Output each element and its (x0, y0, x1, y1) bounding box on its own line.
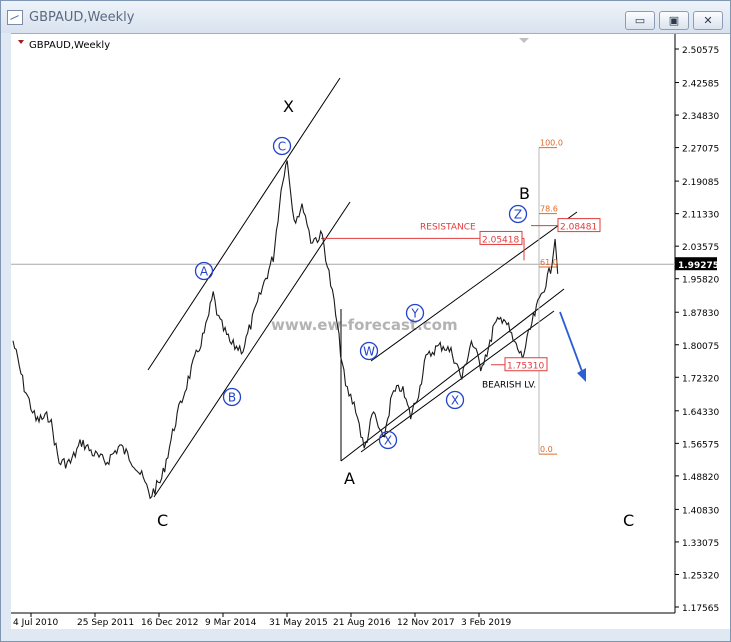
current-price-label: 1.99275 (678, 261, 719, 271)
chart-app-icon (7, 10, 23, 25)
time-axis: 4 Jul 2010 25 Sep 2011 16 Dec 2012 9 Mar 20… (13, 613, 512, 628)
wave-circle-label: A (200, 265, 209, 279)
price-tick-label: 1.72320 (682, 374, 719, 384)
close-button[interactable]: ✕ (693, 11, 723, 30)
time-tick-label: 31 May 2015 (269, 618, 328, 628)
time-tick-label: 25 Sep 2011 (77, 618, 134, 628)
chart-canvas[interactable]: GBPAUD,Weekly www.ew-forecast.com 2.5057… (11, 33, 730, 632)
symbol-label: GBPAUD,Weekly (29, 40, 110, 51)
price-tick-label: 1.40830 (682, 506, 719, 516)
fib-level-label: 61.0 (540, 258, 558, 267)
price-tick-label: 1.80075 (682, 342, 719, 352)
price-tick-label: 1.17565 (682, 604, 719, 614)
fib-level-label: 78.6 (540, 205, 558, 214)
trend-channel-line (340, 288, 565, 462)
label-layer: 100.0 78.6 61.0 0.0 RESISTANCE 2.05418 2.08481… (157, 97, 634, 530)
wave-circle-label: X (451, 394, 459, 408)
time-tick-label: 12 Nov 2017 (397, 618, 455, 628)
time-tick-label: 9 Mar 2014 (205, 618, 257, 628)
target-price-label: 2.08481 (560, 223, 597, 233)
price-tick-label: 1.64330 (682, 408, 719, 418)
price-tick-label: 1.48820 (682, 473, 719, 483)
symbol-dropdown-icon[interactable] (18, 40, 24, 44)
wave-circle-label: B (228, 391, 236, 405)
projection-arrow-shaft (559, 311, 584, 375)
wave-circle-label: C (278, 140, 286, 154)
price-tick-label: 2.19085 (682, 178, 719, 188)
chart-window: GBPAUD,Weekly ▭ ▣ ✕ GBPAUD,Weekly www.ew… (0, 0, 731, 642)
price-tick-label: 2.42585 (682, 80, 719, 90)
price-tick-label: 1.33075 (682, 539, 719, 549)
fib-level-label: 0.0 (540, 445, 553, 454)
time-tick-label: 3 Feb 2019 (461, 618, 512, 628)
price-tick-label: 1.56575 (682, 440, 719, 450)
wave-circle-label: Z (514, 208, 522, 222)
trend-channel-line (153, 201, 351, 498)
wave-circle-label: W (363, 345, 375, 359)
window-title: GBPAUD,Weekly (29, 10, 135, 25)
shift-marker-icon[interactable] (519, 38, 529, 43)
annotation-layer: www.ew-forecast.com (11, 77, 675, 498)
wave-label: X (283, 97, 294, 116)
wave-label: C (157, 511, 168, 530)
title-bar[interactable]: GBPAUD,Weekly ▭ ▣ ✕ (1, 1, 730, 33)
price-tick-label: 2.03575 (682, 243, 719, 253)
wave-label: A (344, 469, 355, 488)
resistance-label: RESISTANCE (420, 222, 476, 232)
price-chart-svg[interactable]: GBPAUD,Weekly www.ew-forecast.com 2.5057… (11, 34, 730, 632)
minimize-button[interactable]: ▭ (625, 11, 655, 30)
wave-circle-label: X (384, 434, 392, 448)
wave-label: B (519, 184, 530, 203)
resistance-price-label: 2.05418 (482, 235, 519, 245)
wave-label: C (623, 511, 634, 530)
time-tick-label: 16 Dec 2012 (141, 618, 199, 628)
price-tick-label: 1.87830 (682, 309, 719, 319)
status-strip (1, 629, 730, 641)
time-tick-label: 21 Aug 2016 (333, 618, 391, 628)
bearish-price-label: 1.75310 (507, 362, 544, 372)
price-tick-label: 2.27075 (682, 145, 719, 155)
price-tick-label: 2.34830 (682, 112, 719, 122)
wave-circle-label: Y (410, 307, 419, 321)
price-tick-label: 1.95820 (682, 276, 719, 286)
time-tick-label: 4 Jul 2010 (13, 618, 58, 628)
price-tick-label: 1.25320 (682, 571, 719, 581)
price-axis: 2.50575 2.42585 2.34830 2.27075 2.19085 2.113… (675, 46, 719, 614)
bearish-label: BEARISH LV. (482, 381, 536, 391)
restore-button[interactable]: ▣ (659, 11, 689, 30)
price-tick-label: 2.50575 (682, 46, 719, 56)
price-tick-label: 2.11330 (682, 211, 719, 221)
fib-level-label: 100.0 (540, 139, 563, 148)
